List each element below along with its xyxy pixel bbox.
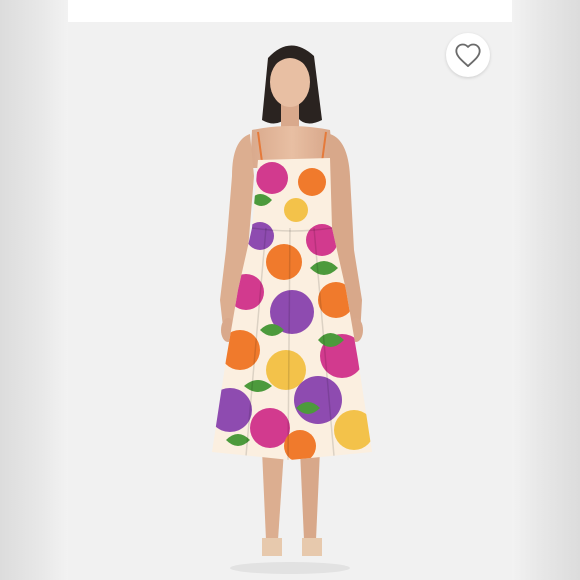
- like-button[interactable]: [446, 33, 490, 77]
- top-strip: [68, 0, 512, 22]
- product-photo[interactable]: [68, 22, 512, 580]
- heart-icon: [455, 43, 481, 68]
- model-figure: [212, 45, 372, 574]
- right-backdrop: [512, 0, 580, 580]
- left-backdrop: [0, 0, 68, 580]
